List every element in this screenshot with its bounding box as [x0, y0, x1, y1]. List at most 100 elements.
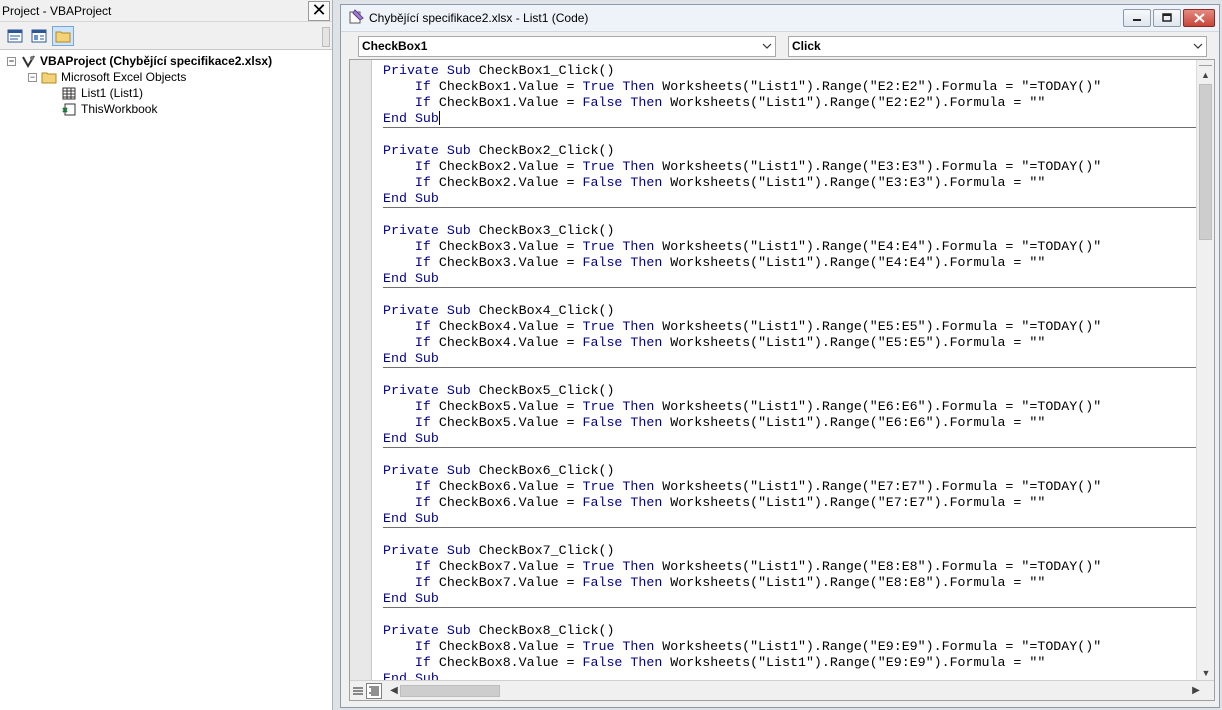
view-code-icon [7, 29, 23, 42]
restore-button[interactable] [1153, 9, 1181, 27]
scroll-down-icon[interactable]: ▼ [1197, 664, 1214, 681]
procedure-checkbox7[interactable]: Private Sub CheckBox7_Click() If CheckBo… [383, 543, 1198, 607]
code-line[interactable]: If CheckBox3.Value = False Then Workshee… [383, 255, 1198, 271]
code-line[interactable]: If CheckBox5.Value = True Then Worksheet… [383, 399, 1198, 415]
procedure-separator [383, 367, 1198, 383]
object-dropdown[interactable]: CheckBox1 [358, 35, 776, 57]
view-object-button[interactable] [28, 26, 50, 46]
procedure-separator [383, 127, 1198, 143]
project-explorer-titlebar: Project - VBAProject ✕ [0, 0, 332, 22]
tree-label-excel-objects: Microsoft Excel Objects [61, 70, 187, 84]
procedure-separator [383, 527, 1198, 543]
code-line[interactable]: Private Sub CheckBox5_Click() [383, 383, 1198, 399]
code-window-titlebar: Chybějící specifikace2.xlsx - List1 (Cod… [341, 5, 1219, 32]
code-line[interactable]: Private Sub CheckBox4_Click() [383, 303, 1198, 319]
code-line[interactable]: End Sub [383, 191, 1198, 207]
toggle-folders-button[interactable] [52, 25, 74, 46]
procedure-separator [383, 207, 1198, 223]
code-line[interactable]: Private Sub CheckBox7_Click() [383, 543, 1198, 559]
tree-node-vbaproject[interactable]: − VBAProject (Chybějící specifikace2.xls… [0, 53, 332, 69]
procedure-checkbox5[interactable]: Private Sub CheckBox5_Click() If CheckBo… [383, 383, 1198, 447]
code-line[interactable]: If CheckBox7.Value = True Then Worksheet… [383, 559, 1198, 575]
code-line[interactable]: End Sub [383, 591, 1198, 607]
vertical-scroll-thumb[interactable] [1199, 84, 1212, 240]
text-caret [438, 111, 440, 126]
code-line[interactable]: Private Sub CheckBox2_Click() [383, 143, 1198, 159]
view-object-icon [31, 29, 47, 42]
code-line[interactable]: Private Sub CheckBox6_Click() [383, 463, 1198, 479]
close-button[interactable] [1183, 9, 1215, 27]
code-line[interactable]: If CheckBox6.Value = True Then Worksheet… [383, 479, 1198, 495]
window-controls [1123, 9, 1215, 27]
procedure-dropdown[interactable]: Click [788, 35, 1207, 57]
code-line[interactable]: If CheckBox8.Value = True Then Worksheet… [383, 639, 1198, 655]
code-editor[interactable]: Private Sub CheckBox1_Click() If CheckBo… [349, 59, 1215, 701]
minimize-button[interactable] [1123, 9, 1151, 27]
code-line[interactable]: If CheckBox2.Value = True Then Worksheet… [383, 159, 1198, 175]
scroll-up-icon[interactable]: ▲ [1197, 66, 1214, 83]
chevron-down-icon [759, 37, 775, 56]
full-module-view-icon [369, 686, 379, 695]
tree-label-thisworkbook: ThisWorkbook [81, 102, 158, 116]
procedure-checkbox2[interactable]: Private Sub CheckBox2_Click() If CheckBo… [383, 143, 1198, 207]
horizontal-scroll-thumb[interactable] [400, 684, 500, 697]
procedure-separator [383, 607, 1198, 623]
horizontal-scrollbar[interactable]: ◀ ▶ [386, 682, 1204, 700]
scroll-right-icon[interactable]: ▶ [1188, 682, 1204, 700]
project-explorer-title: Project - VBAProject [2, 3, 112, 18]
code-window-icon [349, 9, 365, 27]
code-line[interactable]: If CheckBox4.Value = True Then Worksheet… [383, 319, 1198, 335]
tree-node-excel-objects[interactable]: − Microsoft Excel Objects [0, 69, 332, 85]
code-line[interactable]: Private Sub CheckBox8_Click() [383, 623, 1198, 639]
workbook-icon [61, 101, 77, 117]
procedure-checkbox6[interactable]: Private Sub CheckBox6_Click() If CheckBo… [383, 463, 1198, 527]
code-line[interactable]: End Sub [383, 271, 1198, 287]
code-line[interactable]: If CheckBox3.Value = True Then Worksheet… [383, 239, 1198, 255]
object-dropdown-value: CheckBox1 [362, 39, 428, 53]
code-line[interactable]: End Sub [383, 111, 1198, 127]
code-window: Chybějící specifikace2.xlsx - List1 (Cod… [340, 4, 1220, 708]
code-line[interactable]: Private Sub CheckBox3_Click() [383, 223, 1198, 239]
restore-icon [1162, 13, 1172, 22]
folder-open-icon [41, 69, 57, 85]
collapse-icon[interactable]: − [28, 72, 37, 82]
code-line[interactable]: End Sub [383, 351, 1198, 367]
code-window-title: Chybějící specifikace2.xlsx - List1 (Cod… [369, 11, 589, 25]
code-line[interactable]: Private Sub CheckBox1_Click() [383, 63, 1198, 79]
tree-node-list1[interactable]: List1 (List1) [0, 85, 332, 101]
code-line[interactable]: If CheckBox2.Value = False Then Workshee… [383, 175, 1198, 191]
procedure-checkbox4[interactable]: Private Sub CheckBox4_Click() If CheckBo… [383, 303, 1198, 367]
code-line[interactable]: If CheckBox1.Value = False Then Workshee… [383, 95, 1198, 111]
tree-label-vbaproject: VBAProject (Chybějící specifikace2.xlsx) [40, 54, 273, 68]
procedure-checkbox8[interactable]: Private Sub CheckBox8_Click() If CheckBo… [383, 623, 1198, 681]
view-code-button[interactable] [4, 26, 26, 46]
folder-icon [55, 31, 71, 42]
procedure-checkbox1[interactable]: Private Sub CheckBox1_Click() If CheckBo… [383, 63, 1198, 127]
procedure-view-button[interactable] [350, 683, 366, 699]
code-line[interactable]: If CheckBox8.Value = False Then Workshee… [383, 655, 1198, 671]
collapse-icon[interactable]: − [7, 56, 16, 66]
tree-node-thisworkbook[interactable]: ThisWorkbook [0, 101, 332, 117]
code-line[interactable]: If CheckBox7.Value = False Then Workshee… [383, 575, 1198, 591]
chevron-down-icon [1190, 37, 1206, 56]
code-line[interactable]: End Sub [383, 431, 1198, 447]
code-line[interactable]: If CheckBox4.Value = False Then Workshee… [383, 335, 1198, 351]
close-icon[interactable]: ✕ [308, 0, 330, 21]
vertical-scrollbar[interactable]: ▲ ▼ [1196, 60, 1214, 681]
code-pane[interactable]: Private Sub CheckBox1_Click() If CheckBo… [383, 63, 1198, 681]
code-line[interactable]: If CheckBox5.Value = False Then Workshee… [383, 415, 1198, 431]
code-line[interactable]: End Sub [383, 511, 1198, 527]
code-line[interactable]: If CheckBox6.Value = False Then Workshee… [383, 495, 1198, 511]
procedure-separator [383, 287, 1198, 303]
full-module-view-button[interactable] [366, 682, 382, 699]
procedure-view-icon [353, 687, 363, 694]
procedure-checkbox3[interactable]: Private Sub CheckBox3_Click() If CheckBo… [383, 223, 1198, 287]
minimize-icon [1133, 19, 1141, 21]
project-explorer-toolbar [0, 22, 332, 50]
editor-bottom-bar: ◀ ▶ [350, 680, 1214, 700]
vbaproject-icon [20, 53, 36, 69]
code-line[interactable]: If CheckBox1.Value = True Then Worksheet… [383, 79, 1198, 95]
toolbar-scroll-icon[interactable] [322, 27, 330, 47]
margin-indicator-bar[interactable] [350, 60, 372, 681]
procedure-separator [383, 447, 1198, 463]
